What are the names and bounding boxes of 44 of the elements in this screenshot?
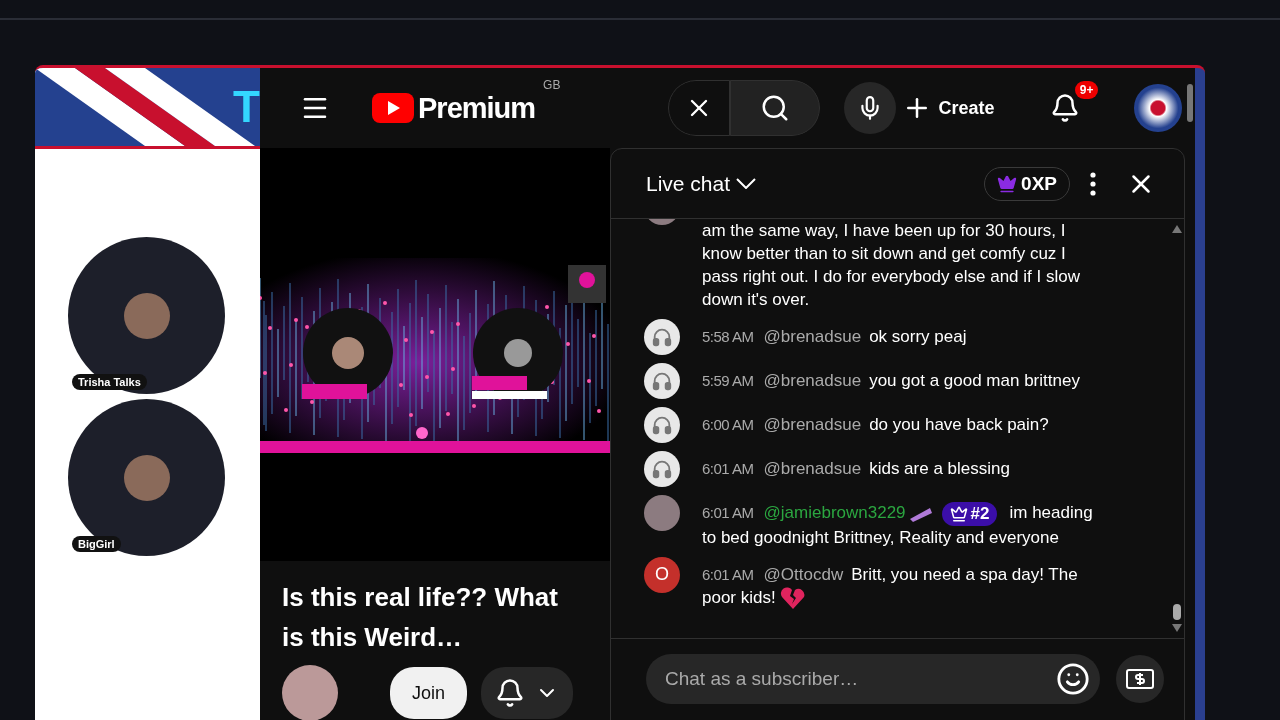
chat-message: 6:01 AM @Ottocdw Britt, you need a spa day! The poor kids! — [702, 556, 1102, 611]
scroll-down-icon[interactable] — [1172, 624, 1182, 632]
chat-message: 6:01 AM @brenadsue kids are a blessing — [702, 458, 1011, 480]
notification-count: 9+ — [1074, 81, 1099, 99]
clear-search-button[interactable] — [668, 80, 731, 136]
video-title: Is this real life?? What is this Weird… — [282, 581, 559, 654]
create-button[interactable]: Create — [896, 87, 1001, 129]
chat-message: 6:00 AM @brenadsue do you have back pain? — [702, 414, 1050, 436]
search-button[interactable] — [730, 80, 821, 136]
chat-input-field[interactable]: Chat as a subscriber… — [663, 667, 1056, 691]
avatar-photo-placeholder — [644, 495, 680, 531]
super-chat-button[interactable] — [1116, 655, 1164, 703]
chat-message: 6:01 AM @jamiebrown3229 #2 im heading to bed goodnight Brittney, Reality and everyone — [702, 500, 1094, 549]
speaker-name: Trisha Talks — [72, 374, 147, 390]
page-scrollbar[interactable] — [1185, 68, 1195, 720]
chat-message: 5:58 AM @brenadsue ok sorry peaj — [702, 326, 968, 348]
more-options-icon — [1090, 171, 1096, 196]
account-avatar[interactable] — [1134, 84, 1183, 132]
headphones-icon — [651, 458, 673, 480]
play-logo-icon — [372, 93, 414, 123]
notification-settings-button[interactable] — [481, 667, 574, 719]
scroll-thumb[interactable] — [1173, 604, 1181, 620]
crown-icon — [997, 173, 1018, 194]
headphones-icon — [651, 370, 673, 392]
headphones-icon — [651, 414, 673, 436]
crown-icon — [949, 504, 968, 523]
rank-badge: #2 — [941, 501, 998, 526]
chevron-down-icon — [736, 178, 757, 189]
chat-input-box[interactable]: Chat as a subscriber… — [646, 654, 1100, 704]
dollar-bill-icon — [1125, 667, 1155, 691]
banner-letter: T — [233, 82, 260, 132]
chat-mode-dropdown[interactable]: Live chat — [646, 171, 757, 196]
scroll-thumb[interactable] — [1187, 84, 1193, 122]
scroll-up-icon[interactable] — [1172, 225, 1182, 233]
region-code: GB — [543, 77, 561, 92]
chat-message: 5:59 AM @brenadsue you got a good man brittney — [702, 370, 1081, 392]
chat-message: am the same way, I have been up for 30 hours, I know better than to sit down and get comfy cuz I pass right out. I do for everybody else and if I slow down it's over. — [702, 220, 1081, 311]
emoji-icon[interactable] — [1056, 662, 1090, 696]
speaker-name: BigGirl — [72, 536, 121, 552]
join-button[interactable]: Join — [390, 667, 468, 719]
brand-name: Premium — [418, 91, 536, 125]
user-avatar: O — [644, 556, 680, 593]
channel-avatar[interactable] — [282, 665, 338, 720]
headphones-icon — [651, 326, 673, 348]
